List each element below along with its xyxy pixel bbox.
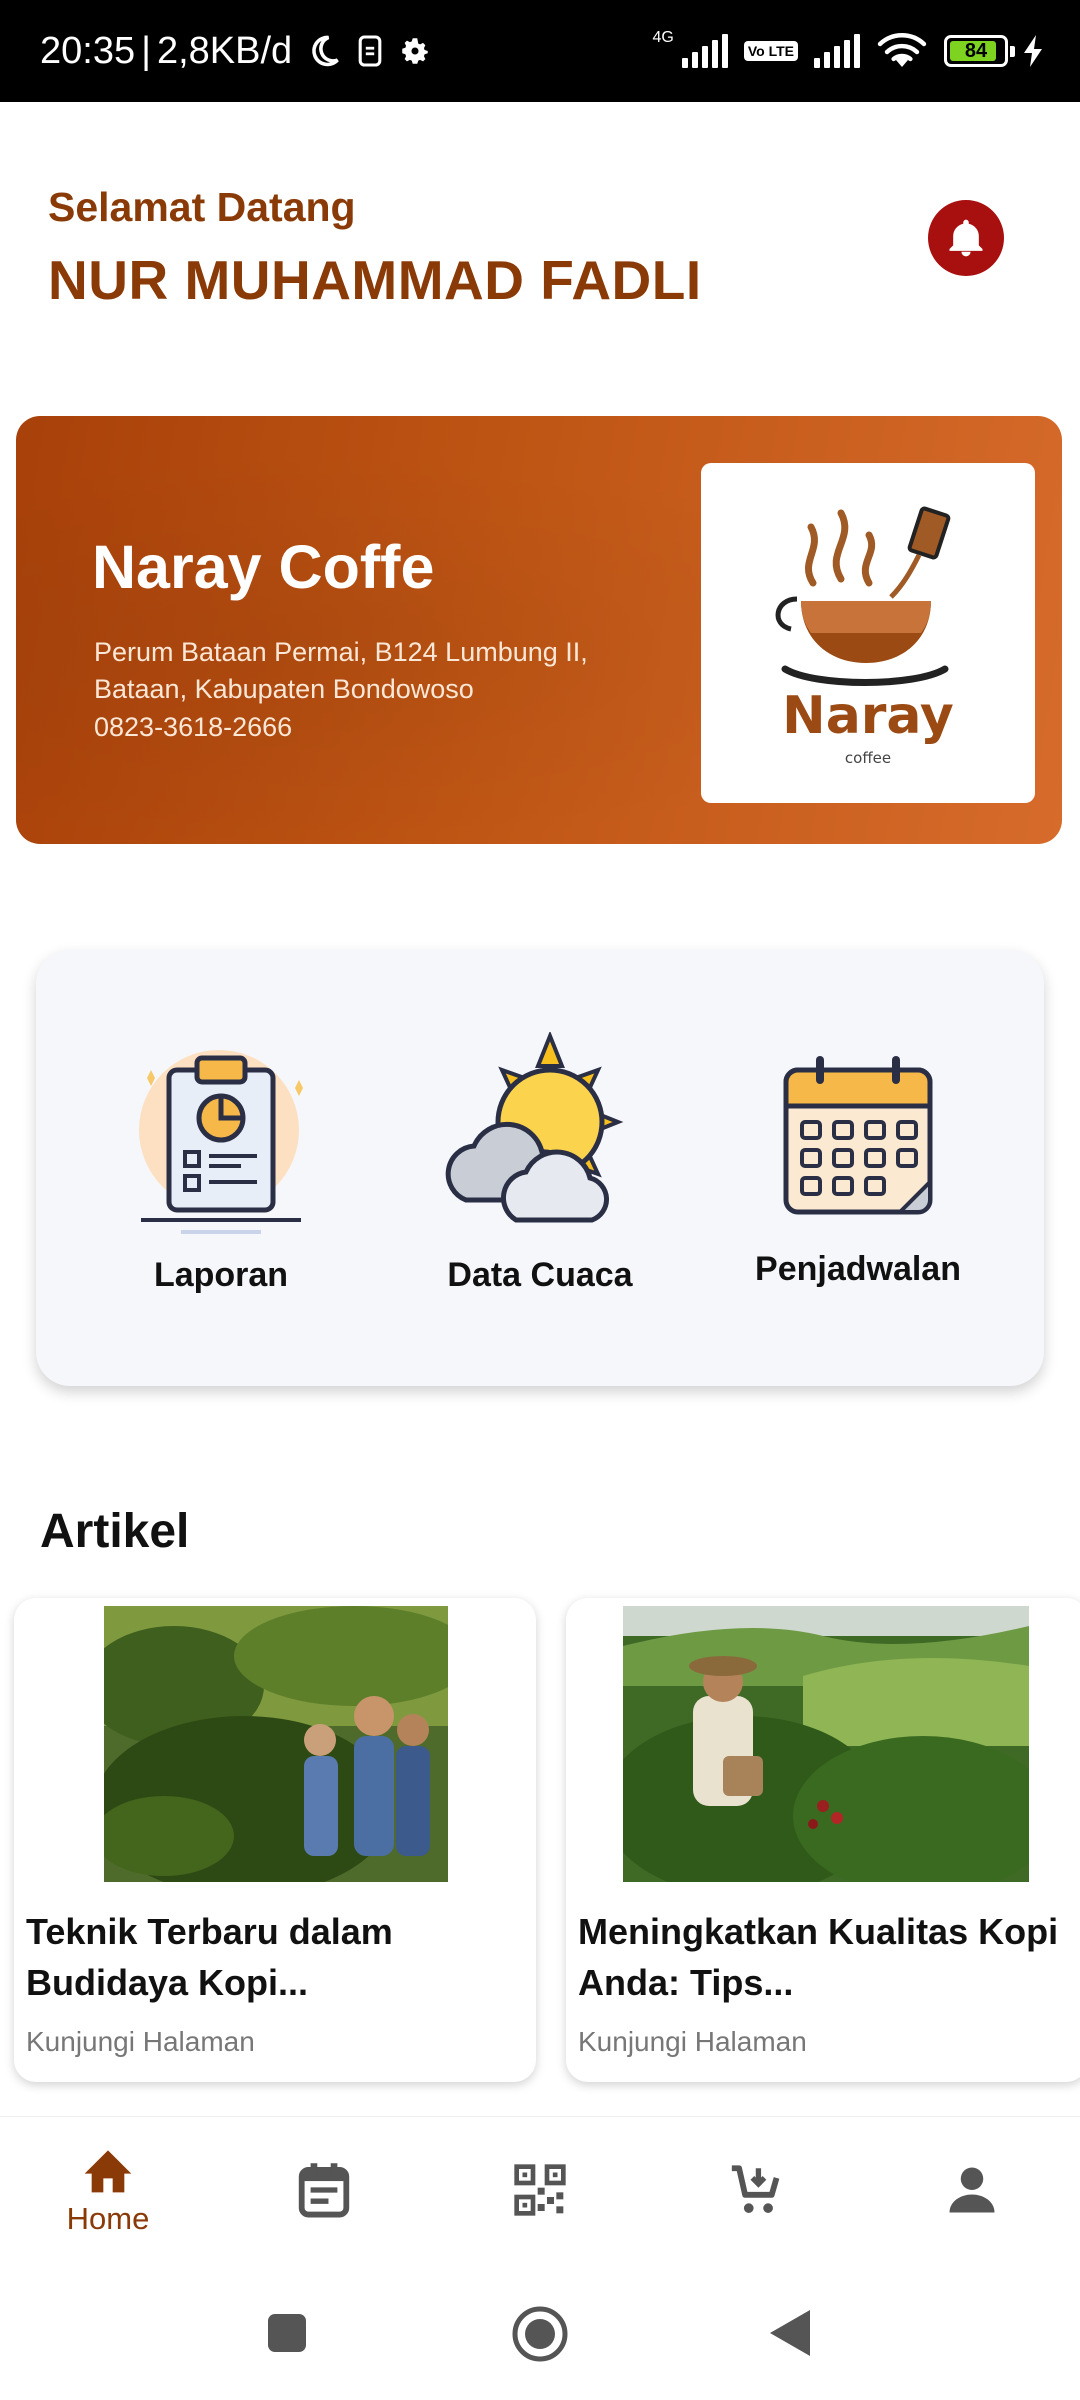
- moon-icon: [312, 35, 340, 67]
- nav-cart[interactable]: [648, 2117, 864, 2263]
- qr-code-icon: [514, 2164, 566, 2216]
- nav-home[interactable]: Home: [0, 2117, 216, 2263]
- bell-icon: [949, 219, 983, 257]
- status-left: 20:35 | 2,8KB/d: [40, 0, 432, 102]
- charging-icon: [1024, 35, 1042, 67]
- status-separator: |: [141, 29, 151, 72]
- profile-icon: [949, 2167, 995, 2213]
- logo-subtext: coffee: [845, 749, 891, 767]
- menu-label-laporan: Laporan: [153, 1256, 289, 1294]
- signal-icon-2: [814, 34, 860, 68]
- menu-item-penjadwalan[interactable]: Penjadwalan: [718, 950, 998, 1386]
- wifi-icon: [877, 33, 927, 67]
- article-title-1: Teknik Terbaru dalam Budidaya Kopi...: [26, 1911, 393, 2003]
- status-bar: 20:35 | 2,8KB/d 4G Vo LTE 84: [0, 0, 1080, 102]
- cafe-phone: 0823-3618-2666: [94, 712, 293, 742]
- article-image-1: [104, 1606, 448, 1882]
- home-circle-icon[interactable]: [511, 2305, 569, 2363]
- bottom-navigation: Home: [0, 2116, 1080, 2262]
- menu-item-data-cuaca[interactable]: Data Cuaca: [400, 950, 680, 1386]
- menu-item-laporan[interactable]: Laporan: [81, 950, 361, 1386]
- network-type-label: 4G: [652, 29, 674, 46]
- battery-icon: 84: [944, 35, 1015, 67]
- back-icon[interactable]: [768, 2308, 812, 2358]
- nav-qr-scan[interactable]: [432, 2117, 648, 2263]
- menu-label-penjadwalan: Penjadwalan: [755, 1250, 961, 1288]
- article-card-1[interactable]: Teknik Terbaru dalam Budidaya Kopi... Ku…: [14, 1598, 536, 2082]
- menu-label-data-cuaca: Data Cuaca: [447, 1256, 633, 1294]
- calendar-icon: [783, 1056, 933, 1215]
- feature-menu-card: Laporan Data Cuaca Penjadwalan: [36, 950, 1044, 1386]
- article-link-1[interactable]: Kunjungi Halaman: [26, 2026, 255, 2058]
- settings-gear-icon: [402, 38, 428, 64]
- greeting-text: Selamat Datang: [48, 184, 356, 230]
- cafe-name: Naray Coffe: [92, 533, 435, 601]
- schedule-list-icon: [298, 2163, 350, 2218]
- coffee-logo-icon: Naray coffee: [775, 506, 954, 767]
- article-card-2[interactable]: Meningkatkan Kualitas Kopi Anda: Tips...…: [566, 1598, 1080, 2082]
- status-time: 20:35: [40, 29, 136, 72]
- nav-profile[interactable]: [864, 2117, 1080, 2263]
- system-navigation-bar: [0, 2262, 1080, 2400]
- logo-text: Naray: [782, 686, 954, 746]
- articles-heading: Artikel: [40, 1505, 190, 1558]
- article-title-2: Meningkatkan Kualitas Kopi Anda: Tips...: [578, 1911, 1059, 2003]
- status-speed: 2,8KB/d: [156, 29, 293, 72]
- user-name: NUR MUHAMMAD FADLI: [48, 249, 702, 311]
- volte-badge: Vo LTE: [743, 41, 798, 61]
- nav-home-label: Home: [66, 2201, 150, 2236]
- status-right: 4G Vo LTE 84: [653, 0, 1045, 102]
- notification-button[interactable]: [928, 200, 1004, 276]
- signal-icon: [681, 34, 728, 68]
- article-image-2: [623, 1606, 1029, 1882]
- home-icon: [84, 2150, 132, 2193]
- sim-icon: [358, 35, 382, 67]
- cafe-logo: Naray coffee: [701, 463, 1035, 803]
- cafe-address: Perum Bataan Permai, B124 Lumbung II, Ba…: [94, 637, 588, 704]
- weather-sun-cloud-icon: [445, 1032, 624, 1223]
- cafe-banner[interactable]: Naray Coffe Perum Bataan Permai, B124 Lu…: [16, 416, 1062, 844]
- article-link-2[interactable]: Kunjungi Halaman: [578, 2026, 807, 2058]
- cart-icon: [731, 2165, 780, 2213]
- recent-apps-icon[interactable]: [266, 2312, 308, 2354]
- battery-level: 84: [964, 39, 988, 62]
- report-clipboard-icon: [139, 1050, 303, 1234]
- nav-schedule[interactable]: [216, 2117, 432, 2263]
